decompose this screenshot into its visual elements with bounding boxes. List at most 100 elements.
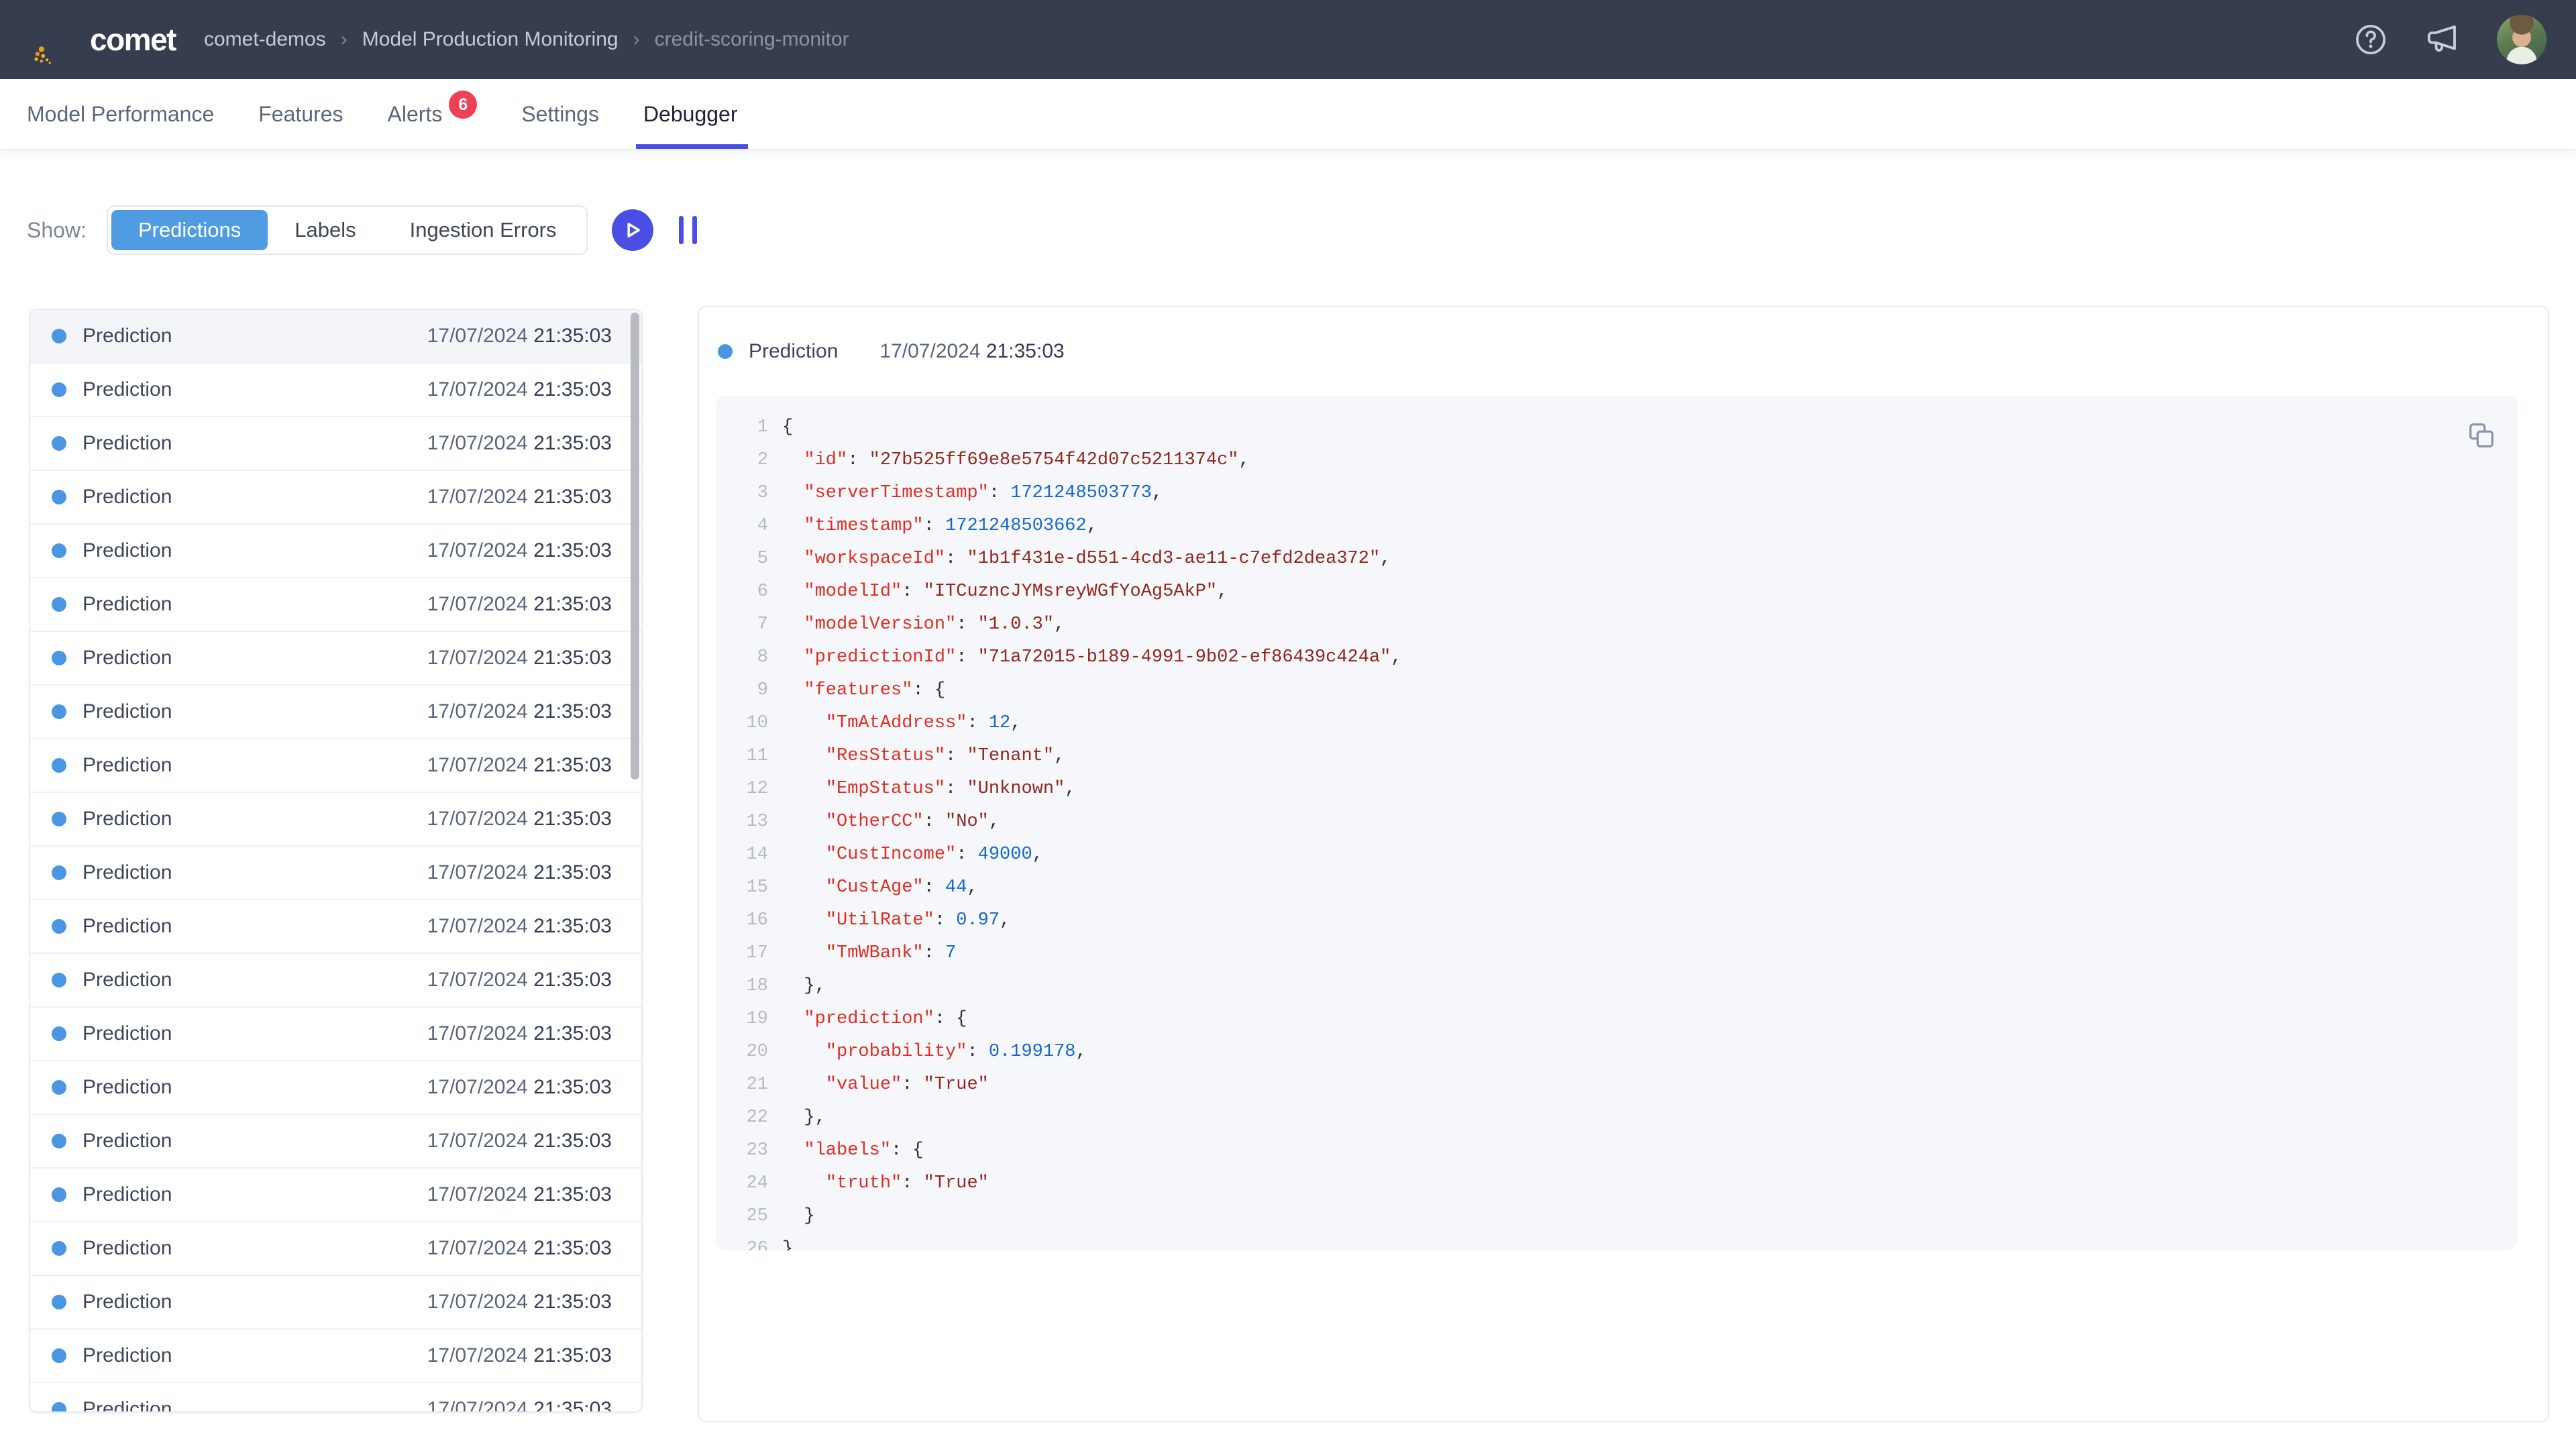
list-item-timestamp: 17/07/2024 21:35:03 bbox=[427, 700, 612, 723]
segment-ingestion-errors[interactable]: Ingestion Errors bbox=[383, 210, 584, 250]
user-avatar[interactable] bbox=[2497, 15, 2546, 64]
help-button[interactable] bbox=[2353, 22, 2388, 57]
code-text: "value": "True" bbox=[782, 1075, 989, 1095]
help-icon bbox=[2353, 22, 2388, 57]
active-tab-underline bbox=[636, 144, 749, 149]
code-line: 4 "timestamp": 1721248503662, bbox=[716, 509, 2517, 542]
copy-icon bbox=[2466, 420, 2497, 451]
line-number: 19 bbox=[716, 1009, 768, 1029]
list-scrollbar[interactable] bbox=[631, 313, 639, 780]
list-item-timestamp: 17/07/2024 21:35:03 bbox=[427, 1344, 612, 1367]
code-text: "TmAtAddress": 12, bbox=[782, 713, 1021, 733]
list-item-label: Prediction bbox=[83, 1022, 172, 1045]
list-item-timestamp: 17/07/2024 21:35:03 bbox=[427, 378, 612, 401]
list-item[interactable]: Prediction 17/07/2024 21:35:03 bbox=[30, 1169, 641, 1222]
code-line: 14 "CustIncome": 49000, bbox=[716, 838, 2517, 871]
list-item-label: Prediction bbox=[83, 1398, 172, 1411]
line-number: 25 bbox=[716, 1206, 768, 1226]
json-viewer: 1{2 "id": "27b525ff69e8e5754f42d07c52113… bbox=[716, 396, 2517, 1250]
tab-debugger[interactable]: Debugger bbox=[643, 79, 738, 149]
list-item[interactable]: Prediction 17/07/2024 21:35:03 bbox=[30, 525, 641, 578]
list-item-timestamp: 17/07/2024 21:35:03 bbox=[427, 539, 612, 562]
list-item[interactable]: Prediction 17/07/2024 21:35:03 bbox=[30, 954, 641, 1008]
list-item[interactable]: Prediction 17/07/2024 21:35:03 bbox=[30, 847, 641, 900]
list-item[interactable]: Prediction 17/07/2024 21:35:03 bbox=[30, 793, 641, 847]
list-item-label: Prediction bbox=[83, 808, 172, 830]
code-line: 8 "predictionId": "71a72015-b189-4991-9b… bbox=[716, 641, 2517, 674]
line-number: 14 bbox=[716, 845, 768, 865]
tab-bar: Model Performance Features Alerts 6 Sett… bbox=[0, 79, 2576, 150]
segment-predictions[interactable]: Predictions bbox=[111, 210, 268, 250]
code-text: "UtilRate": 0.97, bbox=[782, 910, 1010, 930]
line-number: 18 bbox=[716, 976, 768, 996]
prediction-dot-icon bbox=[52, 865, 66, 880]
line-number: 1 bbox=[716, 417, 768, 437]
prediction-dot-icon bbox=[52, 1348, 66, 1363]
line-number: 15 bbox=[716, 877, 768, 898]
code-line: 18 }, bbox=[716, 969, 2517, 1002]
header-actions bbox=[2353, 15, 2546, 64]
json-code: 1{2 "id": "27b525ff69e8e5754f42d07c52113… bbox=[716, 411, 2517, 1250]
code-text: "ResStatus": "Tenant", bbox=[782, 746, 1065, 766]
breadcrumb-separator-icon: › bbox=[633, 28, 640, 51]
list-item[interactable]: Prediction 17/07/2024 21:35:03 bbox=[30, 1330, 641, 1383]
list-item-label: Prediction bbox=[83, 969, 172, 991]
list-item[interactable]: Prediction 17/07/2024 21:35:03 bbox=[30, 1276, 641, 1330]
list-item-timestamp: 17/07/2024 21:35:03 bbox=[427, 754, 612, 777]
list-item-timestamp: 17/07/2024 21:35:03 bbox=[427, 915, 612, 938]
comet-logo[interactable]: comet bbox=[30, 14, 176, 65]
list-item[interactable]: Prediction 17/07/2024 21:35:03 bbox=[30, 310, 641, 364]
tab-alerts[interactable]: Alerts 6 bbox=[388, 79, 478, 149]
show-label: Show: bbox=[27, 218, 87, 243]
line-number: 3 bbox=[716, 483, 768, 503]
list-item-timestamp: 17/07/2024 21:35:03 bbox=[427, 1130, 612, 1152]
copy-button[interactable] bbox=[2466, 420, 2497, 451]
list-item[interactable]: Prediction 17/07/2024 21:35:03 bbox=[30, 1061, 641, 1115]
breadcrumb-workspace[interactable]: comet-demos bbox=[204, 28, 326, 51]
play-button[interactable] bbox=[612, 209, 653, 251]
list-item-timestamp: 17/07/2024 21:35:03 bbox=[427, 1237, 612, 1260]
list-item[interactable]: Prediction 17/07/2024 21:35:03 bbox=[30, 1383, 641, 1411]
line-number: 23 bbox=[716, 1140, 768, 1161]
list-item[interactable]: Prediction 17/07/2024 21:35:03 bbox=[30, 1008, 641, 1061]
list-item-timestamp: 17/07/2024 21:35:03 bbox=[427, 1022, 612, 1045]
list-item-label: Prediction bbox=[83, 1130, 172, 1152]
code-text: "timestamp": 1721248503662, bbox=[782, 516, 1097, 536]
line-number: 20 bbox=[716, 1042, 768, 1062]
breadcrumb-project[interactable]: Model Production Monitoring bbox=[362, 28, 619, 51]
announcements-button[interactable] bbox=[2424, 21, 2461, 58]
list-item-label: Prediction bbox=[83, 432, 172, 455]
list-item[interactable]: Prediction 17/07/2024 21:35:03 bbox=[30, 686, 641, 739]
prediction-dot-icon bbox=[52, 329, 66, 343]
list-item[interactable]: Prediction 17/07/2024 21:35:03 bbox=[30, 1115, 641, 1169]
breadcrumb-current-model: credit-scoring-monitor bbox=[655, 28, 849, 51]
segment-labels[interactable]: Labels bbox=[268, 210, 382, 250]
tab-features[interactable]: Features bbox=[258, 79, 343, 149]
list-item[interactable]: Prediction 17/07/2024 21:35:03 bbox=[30, 900, 641, 954]
code-text: { bbox=[782, 417, 793, 437]
list-item[interactable]: Prediction 17/07/2024 21:35:03 bbox=[30, 364, 641, 417]
list-item-label: Prediction bbox=[83, 1183, 172, 1206]
list-item[interactable]: Prediction 17/07/2024 21:35:03 bbox=[30, 1222, 641, 1276]
code-text: "CustAge": 44, bbox=[782, 877, 978, 898]
detail-type-label: Prediction bbox=[749, 340, 838, 363]
tab-label: Debugger bbox=[643, 102, 738, 127]
list-item[interactable]: Prediction 17/07/2024 21:35:03 bbox=[30, 739, 641, 793]
tab-settings[interactable]: Settings bbox=[521, 79, 599, 149]
logo-wordmark: comet bbox=[90, 21, 176, 58]
code-line: 1{ bbox=[716, 411, 2517, 443]
pause-icon bbox=[679, 216, 684, 244]
code-text: }, bbox=[782, 976, 826, 996]
list-item[interactable]: Prediction 17/07/2024 21:35:03 bbox=[30, 417, 641, 471]
code-line: 24 "truth": "True" bbox=[716, 1167, 2517, 1199]
code-line: 15 "CustAge": 44, bbox=[716, 871, 2517, 904]
code-text: "workspaceId": "1b1f431e-d551-4cd3-ae11-… bbox=[782, 549, 1391, 569]
list-item-label: Prediction bbox=[83, 486, 172, 508]
list-item[interactable]: Prediction 17/07/2024 21:35:03 bbox=[30, 578, 641, 632]
line-number: 21 bbox=[716, 1075, 768, 1095]
tab-model-performance[interactable]: Model Performance bbox=[27, 79, 214, 149]
list-item[interactable]: Prediction 17/07/2024 21:35:03 bbox=[30, 632, 641, 686]
list-item-timestamp: 17/07/2024 21:35:03 bbox=[427, 1291, 612, 1313]
pause-button[interactable] bbox=[679, 216, 697, 244]
list-item[interactable]: Prediction 17/07/2024 21:35:03 bbox=[30, 471, 641, 525]
